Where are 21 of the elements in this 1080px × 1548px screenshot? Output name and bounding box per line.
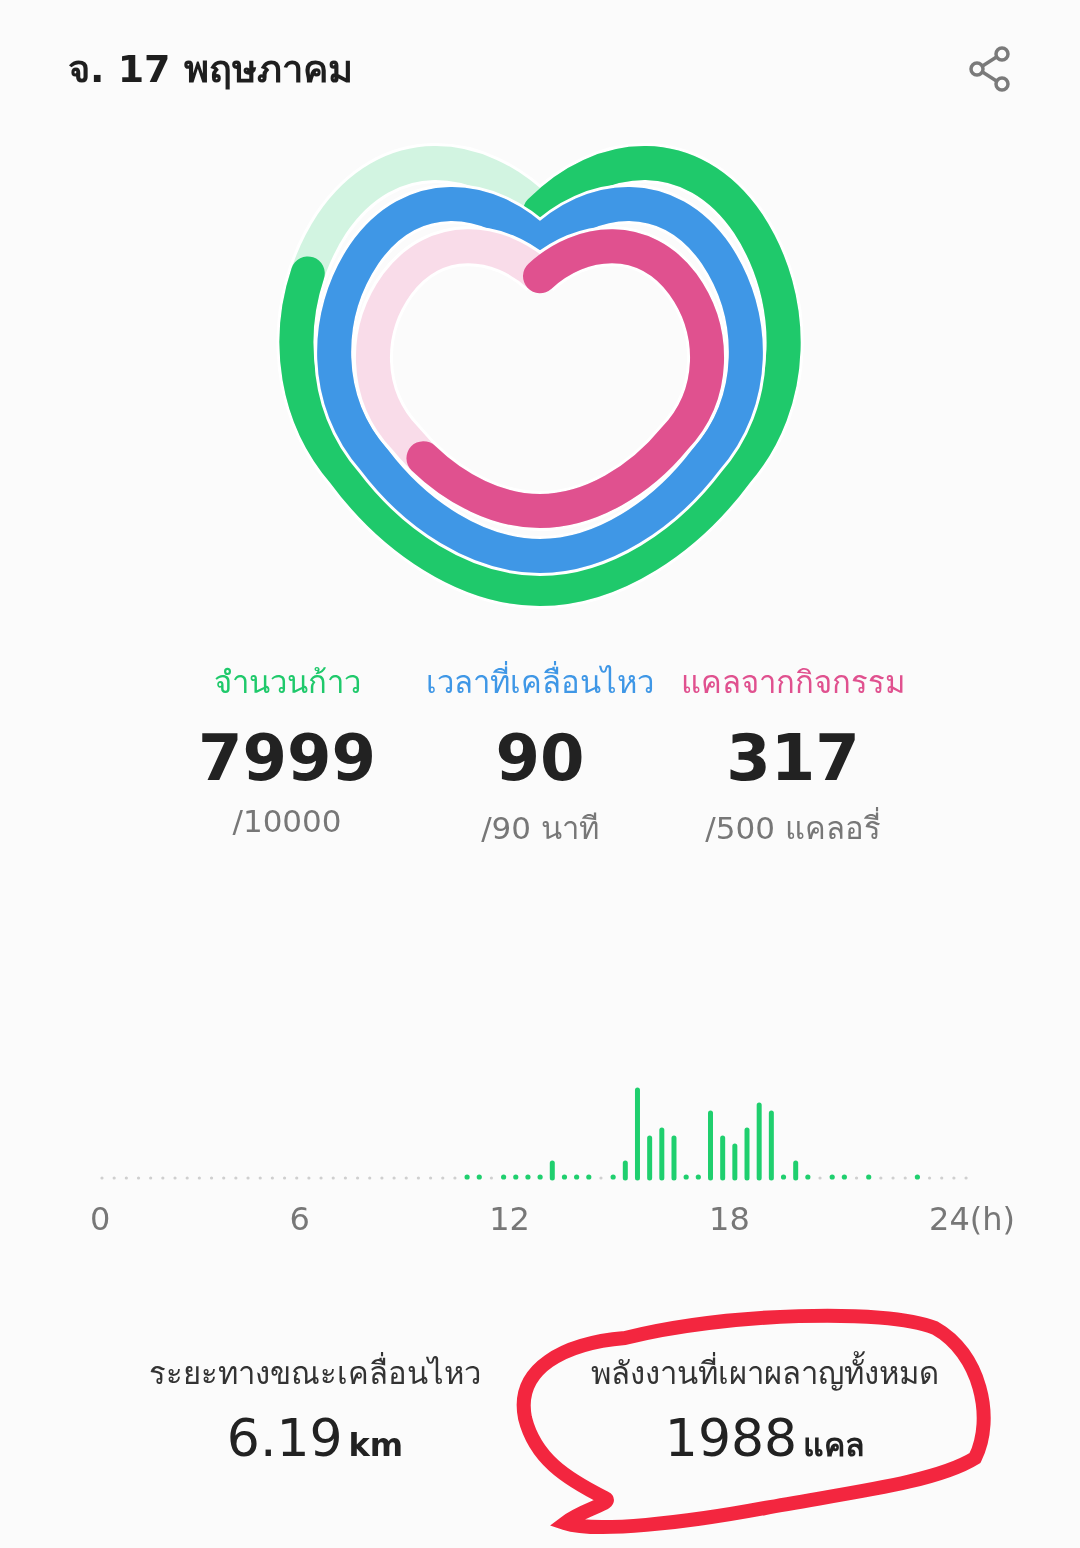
date-title: จ. 17 พฤษภาคม bbox=[68, 46, 353, 93]
stat-goal: /90 นาที bbox=[481, 809, 599, 848]
axis-label: 12 bbox=[489, 1200, 530, 1238]
stat-label: แคลจากกิจกรรม bbox=[681, 663, 905, 702]
stat-goal: /500 แคลอรี่ bbox=[705, 803, 881, 853]
axis-label: 0 bbox=[90, 1200, 111, 1238]
axis-label: 18 bbox=[709, 1200, 750, 1238]
summary-value: 6.19 bbox=[226, 1408, 343, 1468]
summary-label: ระยะทางขณะเคลื่อนไหว bbox=[149, 1348, 481, 1398]
summary-value: 1988 bbox=[664, 1408, 798, 1468]
summary-unit: แคล bbox=[803, 1425, 866, 1466]
stat-value: 7999 bbox=[197, 721, 377, 795]
axis-label: 24(h) bbox=[929, 1200, 1015, 1238]
summary-label: พลังงานที่เผาผลาญทั้งหมด bbox=[591, 1348, 939, 1398]
stat-value: 90 bbox=[495, 721, 585, 795]
axis-label: 6 bbox=[289, 1200, 310, 1238]
stat-value: 317 bbox=[726, 721, 860, 795]
stat-label: เวลาที่เคลื่อนไหว bbox=[426, 657, 654, 707]
summary-unit: km bbox=[348, 1426, 404, 1464]
stat-label: จำนวนก้าว bbox=[213, 663, 361, 702]
stat-goal: /10000 bbox=[232, 803, 342, 839]
